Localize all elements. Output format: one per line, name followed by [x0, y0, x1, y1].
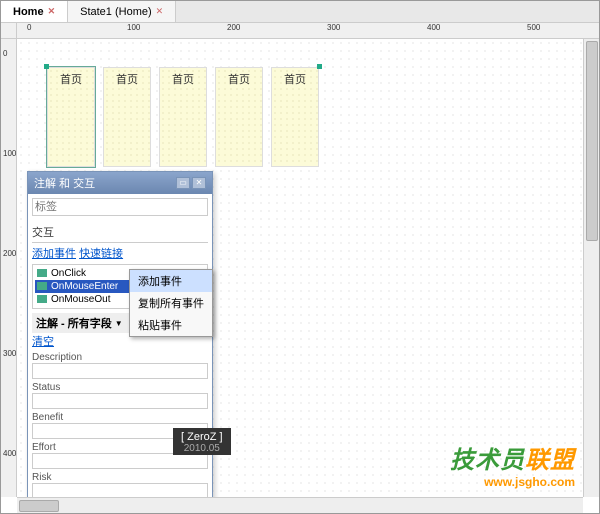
- menu-add-event[interactable]: 添加事件: [130, 270, 212, 292]
- ruler-tick: 0: [3, 49, 7, 58]
- menu-copy-events[interactable]: 复制所有事件: [130, 292, 212, 314]
- menu-paste-events[interactable]: 粘贴事件: [130, 314, 212, 336]
- watermark-name: [ ZeroZ ]: [181, 431, 223, 443]
- widget-label: 首页: [172, 74, 194, 86]
- ruler-horizontal: 0 100 200 300 400 500: [17, 23, 599, 39]
- logo-text: 技术员联盟: [450, 440, 575, 475]
- tab-state1[interactable]: State1 (Home) ✕: [68, 1, 176, 22]
- tab-label: Home: [13, 6, 44, 18]
- watermark: [ ZeroZ ] 2010.05: [173, 428, 231, 455]
- ruler-tick: 500: [527, 23, 540, 32]
- ruler-corner: [1, 23, 17, 39]
- widget-label: 首页: [116, 74, 138, 86]
- ruler-tick: 200: [227, 23, 240, 32]
- scrollbar-horizontal[interactable]: [17, 497, 583, 513]
- quick-link[interactable]: 快速链接: [79, 248, 123, 260]
- ruler-tick: 0: [27, 23, 31, 32]
- effort-input[interactable]: [32, 453, 208, 469]
- nav-widget[interactable]: 首页: [159, 67, 207, 167]
- logo: 技术员联盟 www.jsgho.com: [450, 440, 575, 489]
- nav-widget[interactable]: 首页: [103, 67, 151, 167]
- widget-label: 首页: [60, 74, 82, 86]
- field-label: Risk: [32, 472, 208, 483]
- selection-handle[interactable]: [44, 64, 49, 69]
- ruler-tick: 400: [3, 449, 16, 458]
- panel-close-icon[interactable]: ✕: [192, 177, 206, 189]
- description-input[interactable]: [32, 363, 208, 379]
- widget-row: 首页 首页 首页 首页 首页: [47, 67, 319, 167]
- nav-widget[interactable]: 首页: [215, 67, 263, 167]
- nav-widget[interactable]: 首页: [271, 67, 319, 167]
- field-label: Status: [32, 382, 208, 393]
- scrollbar-vertical[interactable]: [583, 39, 599, 497]
- status-input[interactable]: [32, 393, 208, 409]
- tab-home[interactable]: Home ✕: [1, 1, 68, 22]
- label-input[interactable]: [32, 198, 208, 216]
- tab-label: State1 (Home): [80, 6, 152, 18]
- panel-title-text: 注解 和 交互: [34, 175, 95, 191]
- widget-label: 首页: [228, 74, 250, 86]
- context-menu: 添加事件 复制所有事件 粘贴事件: [129, 269, 213, 337]
- scroll-thumb[interactable]: [586, 41, 598, 241]
- widget-label: 首页: [284, 74, 306, 86]
- add-event-link[interactable]: 添加事件: [32, 248, 76, 260]
- nav-widget[interactable]: 首页: [47, 67, 95, 167]
- ruler-tick: 300: [327, 23, 340, 32]
- close-icon[interactable]: ✕: [48, 6, 56, 17]
- ruler-tick: 200: [3, 249, 16, 258]
- selection-handle[interactable]: [317, 64, 322, 69]
- clear-link[interactable]: 清空: [32, 336, 54, 348]
- ruler-tick: 300: [3, 349, 16, 358]
- close-icon[interactable]: ✕: [156, 6, 164, 17]
- scroll-thumb[interactable]: [19, 500, 59, 512]
- ruler-tick: 100: [3, 149, 16, 158]
- tab-bar: Home ✕ State1 (Home) ✕: [1, 1, 599, 23]
- ruler-tick: 100: [127, 23, 140, 32]
- ruler-vertical: 0 100 200 300 400: [1, 39, 17, 497]
- panel-min-icon[interactable]: ▭: [176, 177, 190, 189]
- logo-url: www.jsgho.com: [450, 475, 575, 489]
- field-label: Benefit: [32, 412, 208, 423]
- ruler-tick: 400: [427, 23, 440, 32]
- watermark-date: 2010.05: [181, 443, 223, 454]
- field-label: Description: [32, 352, 208, 363]
- interaction-heading: 交互: [32, 222, 208, 243]
- chevron-down-icon: ▼: [115, 319, 123, 328]
- panel-titlebar[interactable]: 注解 和 交互 ▭ ✕: [28, 172, 212, 194]
- panel-body: 交互 添加事件 快速链接 OnClick OnMouseEnter OnMous…: [28, 194, 212, 503]
